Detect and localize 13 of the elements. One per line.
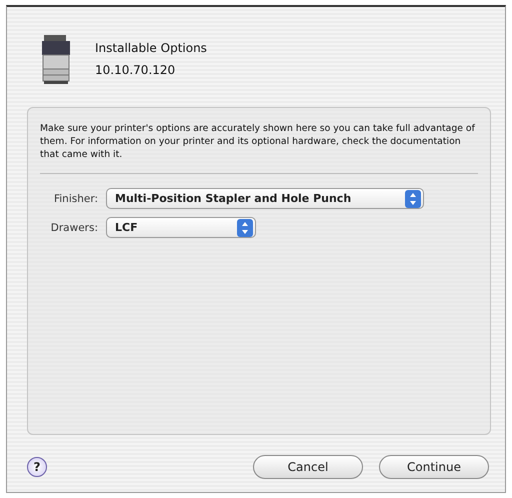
popup-menu[interactable]: LCF bbox=[106, 217, 256, 238]
option-label: Finisher: bbox=[52, 192, 98, 204]
option-label: Drawers: bbox=[50, 222, 98, 234]
help-button[interactable]: ? bbox=[27, 457, 47, 477]
dialog-button[interactable]: Continue bbox=[379, 455, 489, 479]
up-down-arrows-icon bbox=[237, 218, 253, 236]
printer-icon bbox=[41, 33, 71, 85]
dialog-button[interactable]: Cancel bbox=[253, 455, 363, 479]
intro-text: Make sure your printer's options are accurately shown here so you can take full advantage of them. For information on your printer and its optional hardware, check the documentation that came with it. bbox=[40, 122, 476, 161]
dialog-title: Installable Options bbox=[95, 41, 207, 55]
printer-address: 10.10.70.120 bbox=[95, 63, 176, 77]
popup-menu[interactable]: Multi-Position Stapler and Hole Punch bbox=[106, 188, 424, 209]
up-down-arrows-icon bbox=[405, 190, 421, 208]
